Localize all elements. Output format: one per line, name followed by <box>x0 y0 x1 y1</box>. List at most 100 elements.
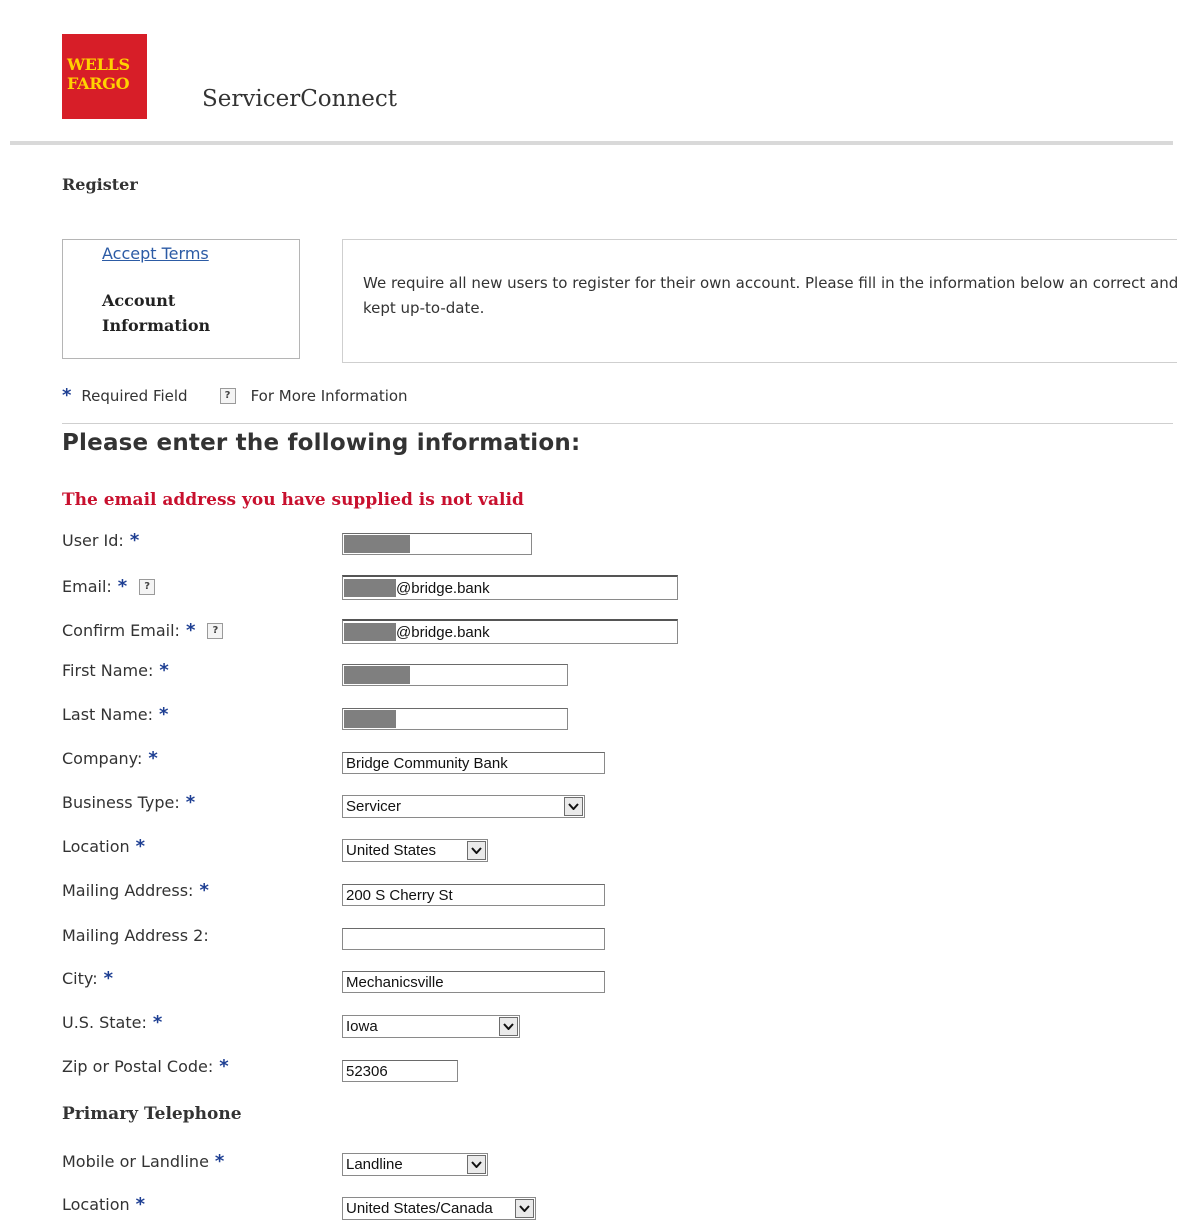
state-label-text: U.S. State: <box>62 1013 147 1032</box>
redacted-value <box>344 623 396 641</box>
first-name-input[interactable] <box>342 664 568 686</box>
star-icon: * <box>117 576 128 597</box>
star-icon: * <box>159 704 169 725</box>
step-account-information: Account Information <box>102 291 211 335</box>
last-name-label: Last Name: * <box>62 704 168 725</box>
star-icon: * <box>159 660 169 681</box>
more-information-label: For More Information <box>250 386 408 405</box>
redacted-value <box>344 579 396 597</box>
user-id-label-text: User Id: <box>62 531 124 550</box>
email-help-icon[interactable]: ? <box>139 578 156 595</box>
star-icon: * <box>185 620 196 641</box>
last-name-label-text: Last Name: <box>62 705 154 724</box>
primary-telephone-heading: Primary Telephone <box>62 1104 242 1124</box>
phone-type-select[interactable]: Landline <box>342 1153 488 1176</box>
company-label-text: Company: <box>62 749 143 768</box>
phone-type-label: Mobile or Landline * <box>62 1151 224 1172</box>
star-icon: * <box>219 1056 229 1077</box>
last-name-input[interactable] <box>342 708 568 730</box>
location-label: Location * <box>62 836 145 857</box>
zip-input[interactable]: 52306 <box>342 1060 458 1082</box>
confirm-email-label: Confirm Email: * ? <box>62 620 224 641</box>
city-label: City: * <box>62 968 113 989</box>
confirm-email-help-icon[interactable]: ? <box>207 622 224 639</box>
zip-input-value: 52306 <box>346 1062 388 1080</box>
help-icon: ? <box>219 387 236 404</box>
intro-box: We require all new users to register for… <box>342 239 1177 363</box>
logo-line-1: WELLS <box>67 55 130 74</box>
intro-text: We require all new users to register for… <box>363 274 1177 317</box>
star-icon: * <box>185 792 196 813</box>
city-input[interactable]: Mechanicsville <box>342 971 605 993</box>
business-type-select[interactable]: Servicer <box>342 795 585 818</box>
email-input-value: @bridge.bank <box>396 579 490 597</box>
first-name-label: First Name: * <box>62 660 169 681</box>
state-label: U.S. State: * <box>62 1012 162 1033</box>
phone-location-value: United States/Canada <box>346 1200 493 1217</box>
user-id-label: User Id: * <box>62 530 139 551</box>
legend-divider <box>62 423 1173 424</box>
redacted-value <box>344 710 396 728</box>
star-icon: * <box>214 1151 225 1172</box>
city-label-text: City: <box>62 969 98 988</box>
business-type-value: Servicer <box>346 798 402 815</box>
state-select[interactable]: Iowa <box>342 1015 520 1038</box>
error-message: The email address you have supplied is n… <box>62 490 524 510</box>
redacted-value <box>344 666 410 684</box>
required-field-label: Required Field <box>81 386 188 405</box>
chevron-down-icon[interactable] <box>515 1199 534 1218</box>
chevron-down-icon[interactable] <box>467 1155 486 1174</box>
mailing-address2-label: Mailing Address 2: <box>62 926 209 945</box>
city-input-value: Mechanicsville <box>346 973 444 991</box>
logo-line-2: FARGO <box>67 74 130 93</box>
mailing-address2-label-text: Mailing Address 2: <box>62 926 209 945</box>
email-input[interactable]: @bridge.bank <box>342 575 678 600</box>
chevron-down-icon[interactable] <box>499 1017 518 1036</box>
confirm-email-input-value: @bridge.bank <box>396 623 490 641</box>
star-icon: * <box>129 530 140 551</box>
star-icon: * <box>103 968 114 989</box>
header-divider <box>10 141 1173 145</box>
location-label-text: Location <box>62 837 130 856</box>
star-icon: * <box>199 880 209 901</box>
step-accept-terms-link[interactable]: Accept Terms <box>102 244 209 263</box>
wells-fargo-logo: WELLS FARGO <box>62 34 147 119</box>
first-name-label-text: First Name: <box>62 661 154 680</box>
mailing-address-label-text: Mailing Address: <box>62 881 194 900</box>
legend: * Required Field ? For More Information <box>62 385 408 406</box>
app-title: ServicerConnect <box>202 86 398 112</box>
company-input[interactable]: Bridge Community Bank <box>342 752 605 774</box>
phone-type-label-text: Mobile or Landline <box>62 1152 209 1171</box>
section-title: Please enter the following information: <box>62 430 581 456</box>
email-label: Email: * ? <box>62 576 156 597</box>
mailing-address2-input[interactable] <box>342 928 605 950</box>
star-icon: * <box>135 1194 146 1215</box>
phone-location-label: Location * <box>62 1194 145 1215</box>
registration-steps: Accept Terms Account Information <box>62 239 300 359</box>
location-select[interactable]: United States <box>342 839 488 862</box>
phone-location-select[interactable]: United States/Canada <box>342 1197 536 1220</box>
star-icon: * <box>152 1012 163 1033</box>
chevron-down-icon[interactable] <box>467 841 486 860</box>
company-input-value: Bridge Community Bank <box>346 754 508 772</box>
company-label: Company: * <box>62 748 158 769</box>
email-label-text: Email: <box>62 577 112 596</box>
state-value: Iowa <box>346 1018 378 1035</box>
business-type-label: Business Type: * <box>62 792 195 813</box>
user-id-input[interactable] <box>342 533 532 555</box>
redacted-value <box>344 535 410 553</box>
mailing-address-input-value: 200 S Cherry St <box>346 886 453 904</box>
chevron-down-icon[interactable] <box>564 797 583 816</box>
location-value: United States <box>346 842 437 859</box>
confirm-email-label-text: Confirm Email: <box>62 621 180 640</box>
confirm-email-input[interactable]: @bridge.bank <box>342 619 678 644</box>
mailing-address-input[interactable]: 200 S Cherry St <box>342 884 605 906</box>
star-icon: * <box>62 385 72 406</box>
star-icon: * <box>135 836 146 857</box>
zip-label: Zip or Postal Code: * <box>62 1056 229 1077</box>
phone-type-value: Landline <box>346 1156 403 1173</box>
phone-location-label-text: Location <box>62 1195 130 1214</box>
business-type-label-text: Business Type: <box>62 793 180 812</box>
mailing-address-label: Mailing Address: * <box>62 880 209 901</box>
breadcrumb: Register <box>62 175 138 194</box>
